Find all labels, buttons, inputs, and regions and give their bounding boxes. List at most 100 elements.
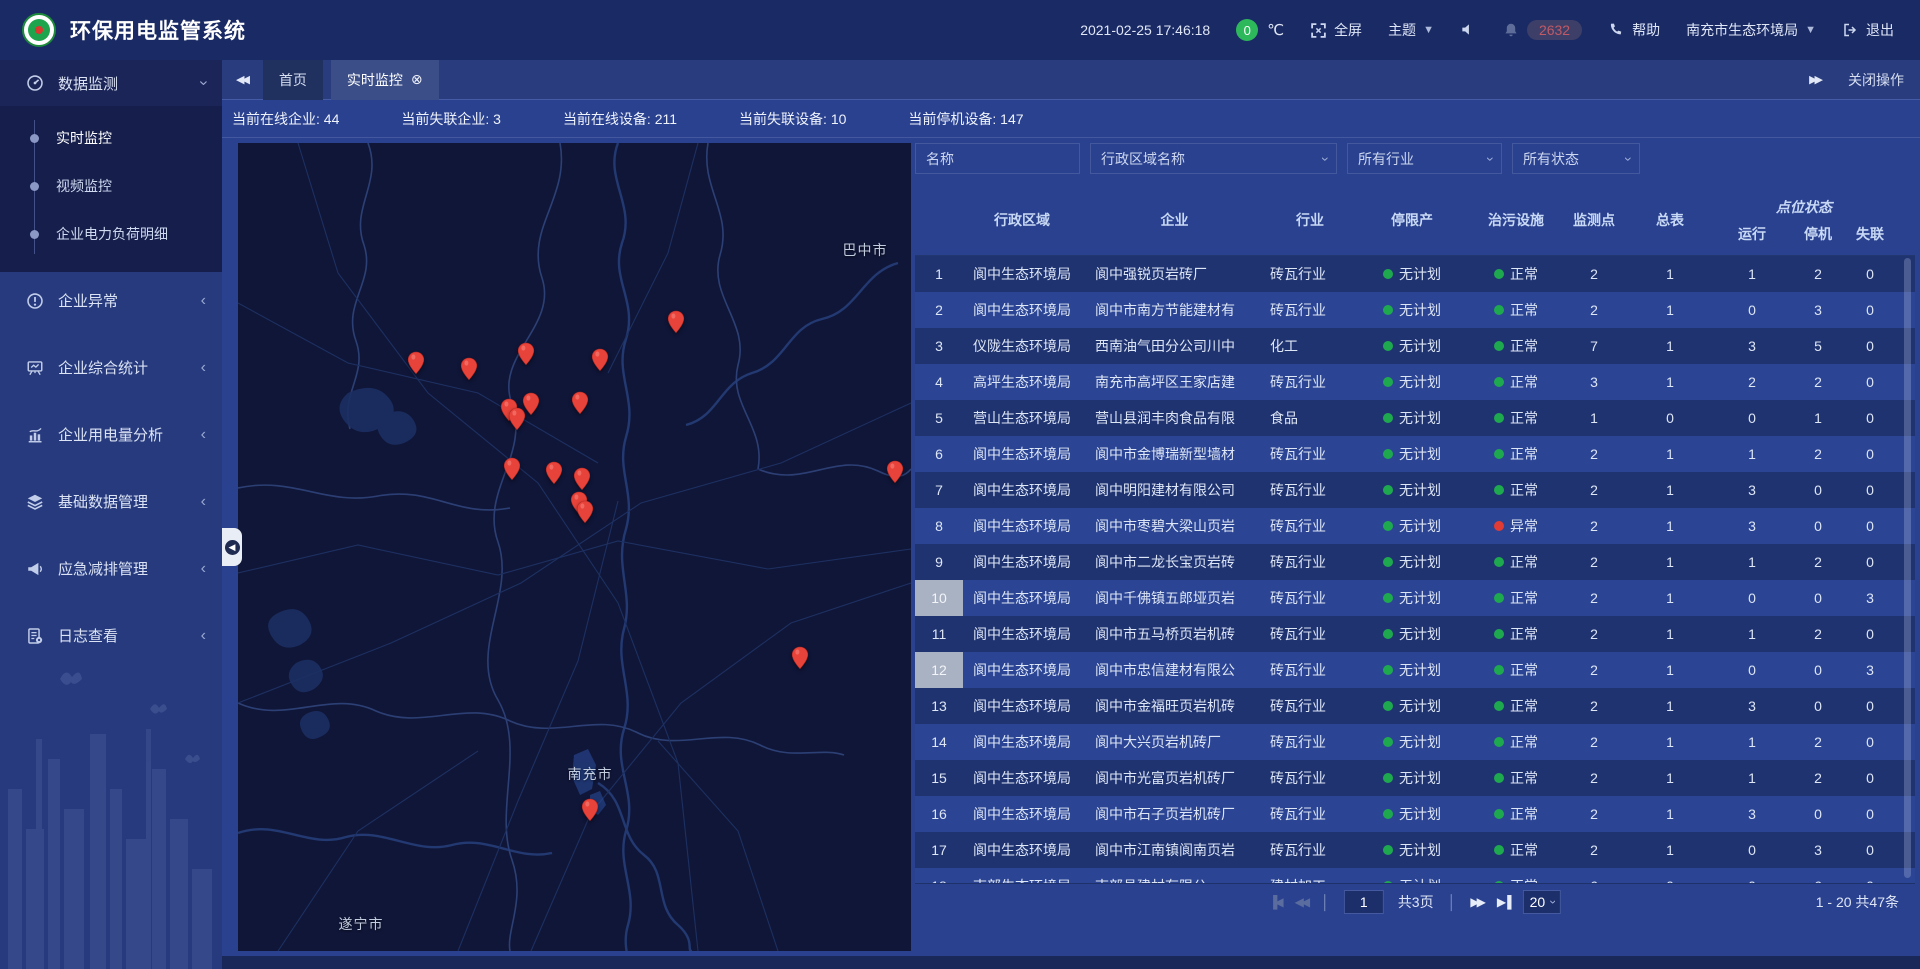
cell-offline: 0 [1844,328,1896,364]
page-size-select[interactable]: 20 ‹ [1523,890,1562,914]
alert-icon [26,292,44,310]
pagination-bar: ▐◀ ◀◀ │ 共3页 │ ▶▶ ▶▐ 20 ‹ 1 - 20 共47条 [915,883,1915,920]
tabs-scroll-right-icon[interactable]: ▶▶ [1809,73,1820,86]
cell-limit-status: 无计划 [1352,256,1472,292]
table-row[interactable]: 3仪陇生态环境局西南油气田分公司川中化工无计划正常71350 [915,328,1915,364]
sidebar-item[interactable]: 企业综合统计‹ [0,339,222,396]
status-dot-icon [1494,665,1504,675]
map-pin-icon[interactable] [522,392,540,416]
table-row[interactable]: 4高坪生态环境局南充市高坪区王家店建砖瓦行业无计划正常31220 [915,364,1915,400]
cell-offline: 0 [1844,832,1896,868]
fullscreen-button[interactable]: 全屏 [1310,20,1362,40]
table-row[interactable]: 10阆中生态环境局阆中千佛镇五郎垭页岩砖瓦行业无计划正常21003 [915,580,1915,616]
map-pin-icon[interactable] [517,342,535,366]
org-dropdown[interactable]: 南充市生态环境局▼ [1686,20,1816,40]
tab-close-icon[interactable]: ⊗ [411,71,423,88]
name-filter[interactable] [915,143,1080,174]
cell-index: 14 [915,724,963,760]
cell-total-meters: 1 [1628,688,1712,724]
map-pin-icon[interactable] [571,391,589,415]
temperature-unit: ℃ [1267,21,1284,39]
region-filter-select[interactable]: 行政区域名称 ‹ [1090,143,1337,174]
app-title: 环保用电监管系统 [70,15,246,45]
map-pin-icon[interactable] [460,357,478,381]
table-row[interactable]: 18南部生态环境局南部县建材有限公建材加工无计划正常60060 [915,868,1915,883]
cell-total-meters: 1 [1628,508,1712,544]
map-pin-icon[interactable] [591,348,609,372]
column-group-point-status: 点位状态 [1712,185,1896,222]
stat-item: 当前停机设备: 147 [908,109,1023,129]
map-pin-icon[interactable] [581,798,599,822]
tabs-scroll-left-icon[interactable]: ◀◀ [222,73,255,86]
next-page-button[interactable]: ▶▶ [1470,895,1482,909]
map-pin-icon[interactable] [886,460,904,484]
table-row[interactable]: 11阆中生态环境局阆中市五马桥页岩机砖砖瓦行业无计划正常21120 [915,616,1915,652]
sidebar-item-label: 企业异常 [58,290,201,311]
prev-page-button[interactable]: ◀◀ [1295,895,1307,909]
cell-offline: 0 [1844,472,1896,508]
table-scrollbar[interactable] [1904,258,1911,878]
table-row[interactable]: 5营山生态环境局营山县润丰肉食品有限食品无计划正常10010 [915,400,1915,436]
map-pin-icon[interactable] [576,500,594,524]
map-pin-icon[interactable] [791,646,809,670]
sidebar-collapse-handle[interactable]: ◀ [222,528,242,566]
name-filter-input[interactable] [926,151,1069,167]
map-pin-icon[interactable] [503,457,521,481]
table-row[interactable]: 13阆中生态环境局阆中市金福旺页岩机砖砖瓦行业无计划正常21300 [915,688,1915,724]
cell-total-meters: 1 [1628,436,1712,472]
skyline-decoration [0,639,222,969]
notification-badge[interactable]: 2632 [1503,20,1582,40]
sidebar-subitem[interactable]: 实时监控 [0,114,222,162]
cell-region: 阆中生态环境局 [963,256,1081,292]
table-row[interactable]: 6阆中生态环境局阆中市金博瑞新型墙材砖瓦行业无计划正常21120 [915,436,1915,472]
table-row[interactable]: 9阆中生态环境局阆中市二龙长宝页岩砖砖瓦行业无计划正常21120 [915,544,1915,580]
page-number-input[interactable] [1344,890,1384,914]
table-row[interactable]: 8阆中生态环境局阆中市枣碧大梁山页岩砖瓦行业无计划异常21300 [915,508,1915,544]
table-row[interactable]: 15阆中生态环境局阆中市光富页岩机砖厂砖瓦行业无计划正常21120 [915,760,1915,796]
mute-button[interactable] [1460,22,1477,39]
first-page-button[interactable]: ▐◀ [1269,895,1281,909]
sidebar-item[interactable]: 数据监测‹ [0,60,222,106]
sidebar-item[interactable]: 基础数据管理‹ [0,473,222,530]
tab-1[interactable]: 实时监控⊗ [331,60,439,100]
table-row[interactable]: 2阆中生态环境局阆中市南方节能建材有砖瓦行业无计划正常21030 [915,292,1915,328]
cell-limit-status: 无计划 [1352,580,1472,616]
status-filter-select[interactable]: 所有状态 ‹ [1512,143,1640,174]
logout-button[interactable]: 退出 [1842,20,1894,40]
cell-region: 阆中生态环境局 [963,760,1081,796]
cell-stopped: 2 [1792,544,1844,580]
notification-count: 2632 [1527,20,1582,40]
sidebar-item[interactable]: 企业异常‹ [0,272,222,329]
sidebar-item[interactable]: 应急减排管理‹ [0,540,222,597]
theme-dropdown[interactable]: 主题▼ [1388,20,1434,40]
status-dot-icon [1383,449,1393,459]
table-row[interactable]: 17阆中生态环境局阆中市江南镇阆南页岩砖瓦行业无计划正常21030 [915,832,1915,868]
cell-total-meters: 1 [1628,760,1712,796]
tab-0[interactable]: 首页 [263,60,323,100]
map-city-label: 巴中市 [843,240,888,260]
sidebar-subitem[interactable]: 视频监控 [0,162,222,210]
map-city-label: 遂宁市 [339,914,384,934]
table-row[interactable]: 12阆中生态环境局阆中市忠信建材有限公砖瓦行业无计划正常21003 [915,652,1915,688]
close-operations-button[interactable]: 关闭操作 [1848,70,1904,90]
table-row[interactable]: 1阆中生态环境局阆中强锐页岩砖厂砖瓦行业无计划正常21120 [915,256,1915,292]
help-button[interactable]: 帮助 [1608,20,1660,40]
table-row[interactable]: 7阆中生态环境局阆中明阳建材有限公司砖瓦行业无计划正常21300 [915,472,1915,508]
table-row[interactable]: 16阆中生态环境局阆中市石子页岩机砖厂砖瓦行业无计划正常21300 [915,796,1915,832]
cell-index: 8 [915,508,963,544]
cell-index: 13 [915,688,963,724]
map-pin-icon[interactable] [667,310,685,334]
sidebar-subitem[interactable]: 企业电力负荷明细 [0,210,222,258]
last-page-button[interactable]: ▶▐ [1497,895,1509,909]
app-header: 环保用电监管系统 2021-02-25 17:46:18 0 ℃ 全屏 主题▼ [0,0,1920,60]
map-pin-icon[interactable] [573,467,591,491]
chevron-down-icon: ‹ [1481,156,1497,161]
map-panel[interactable]: 巴中市南充市遂宁市 [238,143,911,951]
status-dot-icon [1383,485,1393,495]
cell-offline: 0 [1844,292,1896,328]
industry-filter-select[interactable]: 所有行业 ‹ [1347,143,1502,174]
sidebar-item[interactable]: 企业用电量分析‹ [0,406,222,463]
map-pin-icon[interactable] [407,351,425,375]
table-row[interactable]: 14阆中生态环境局阆中大兴页岩机砖厂砖瓦行业无计划正常21120 [915,724,1915,760]
map-pin-icon[interactable] [545,461,563,485]
